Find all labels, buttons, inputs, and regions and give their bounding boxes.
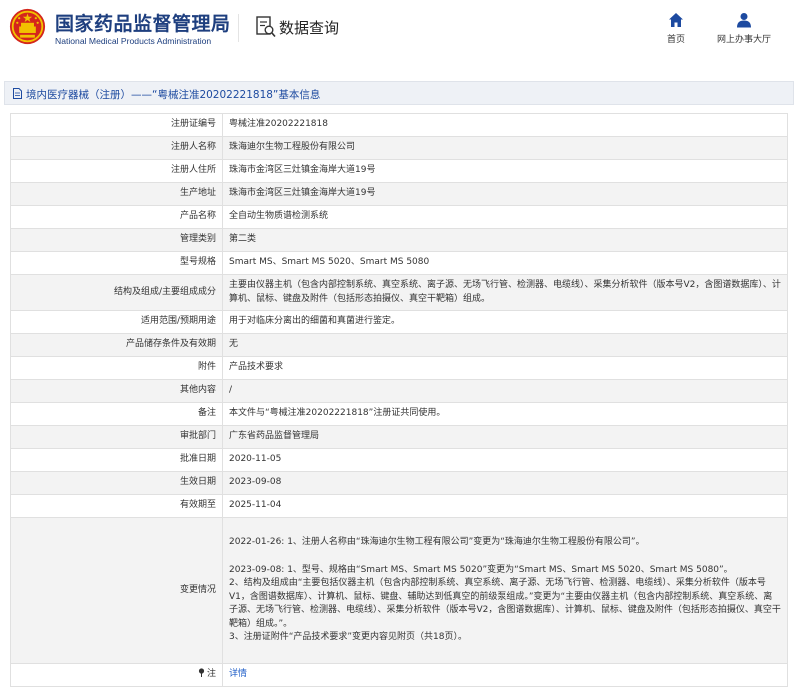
- table-row: 适用范围/预期用途 用于对临床分离出的细菌和真菌进行鉴定。: [10, 310, 788, 334]
- table-row: 备注 本文件与“粤械注准20202221818”注册证共同使用。: [10, 402, 788, 426]
- field-value: 第二类: [222, 228, 788, 252]
- table-row: 注册人名称 珠海迪尔生物工程股份有限公司: [10, 136, 788, 160]
- table-row: 附件 产品技术要求: [10, 356, 788, 380]
- field-label: 产品名称: [10, 205, 223, 229]
- table-row: 管理类别 第二类: [10, 228, 788, 252]
- field-value: 珠海市金湾区三灶镇金海岸大道19号: [222, 159, 788, 183]
- table-row: 型号规格 Smart MS、Smart MS 5020、Smart MS 508…: [10, 251, 788, 275]
- section-title: 数据查询: [279, 19, 340, 37]
- field-label: 型号规格: [10, 251, 223, 275]
- field-label: 有效期至: [10, 494, 223, 518]
- field-label: 结构及组成/主要组成成分: [10, 274, 223, 311]
- table-row: 其他内容 /: [10, 379, 788, 403]
- field-label: 备注: [10, 402, 223, 426]
- field-label: 变更情况: [10, 517, 223, 664]
- field-value: 珠海迪尔生物工程股份有限公司: [222, 136, 788, 160]
- field-value: 2023-09-08: [222, 471, 788, 495]
- field-value: 2020-11-05: [222, 448, 788, 472]
- field-value: /: [222, 379, 788, 403]
- field-label: 生效日期: [10, 471, 223, 495]
- field-value: 珠海市金湾区三灶镇金海岸大道19号: [222, 182, 788, 206]
- field-label: 注: [206, 669, 216, 680]
- nav-home-label: 首页: [667, 35, 686, 45]
- change-entry: 2022-01-26: 1、注册人名称由“珠海迪尔生物工程有限公司”变更为“珠海…: [229, 537, 645, 548]
- nav-service-hall-label: 网上办事大厅: [717, 35, 772, 45]
- table-row: 审批部门 广东省药品监督管理局: [10, 425, 788, 449]
- change-entry: 2023-09-08: 1、型号、规格由“Smart MS、Smart MS 5…: [229, 564, 733, 575]
- record-title: 境内医疗器械（注册）——“粤械注准20202221818”基本信息: [26, 89, 321, 101]
- table-row: 生效日期 2023-09-08: [10, 471, 788, 495]
- field-label: 生产地址: [10, 182, 223, 206]
- table-row: 产品名称 全自动生物质谱检测系统: [10, 205, 788, 229]
- field-label: 适用范围/预期用途: [10, 310, 223, 334]
- field-value: Smart MS、Smart MS 5020、Smart MS 5080: [222, 251, 788, 275]
- details-link[interactable]: 详情: [229, 669, 247, 679]
- field-value: 详情: [222, 663, 788, 687]
- pin-icon: [198, 668, 205, 678]
- field-value: 2025-11-04: [222, 494, 788, 518]
- brand-name-en: National Medical Products Administration: [55, 36, 212, 46]
- table-row: 产品储存条件及有效期 无: [10, 333, 788, 357]
- field-label: 审批部门: [10, 425, 223, 449]
- field-label: 产品储存条件及有效期: [10, 333, 223, 357]
- user-icon: [737, 13, 751, 28]
- record-title-bar: 境内医疗器械（注册）——“粤械注准20202221818”基本信息: [4, 81, 794, 105]
- nav-service-hall-button[interactable]: 网上办事大厅: [717, 12, 771, 45]
- nav-home-button[interactable]: 首页: [667, 12, 685, 45]
- field-value: 无: [222, 333, 788, 357]
- data-query-icon: [256, 16, 276, 38]
- field-value: 全自动生物质谱检测系统: [222, 205, 788, 229]
- change-history: 2022-01-26: 1、注册人名称由“珠海迪尔生物工程有限公司”变更为“珠海…: [222, 517, 788, 664]
- note-label-cell: 注: [10, 663, 223, 687]
- home-icon: [669, 13, 683, 27]
- table-row: 注册证编号 粤械注准20202221818: [10, 113, 788, 137]
- table-row: 生产地址 珠海市金湾区三灶镇金海岸大道19号: [10, 182, 788, 206]
- field-label: 批准日期: [10, 448, 223, 472]
- field-value: 用于对临床分离出的细菌和真菌进行鉴定。: [222, 310, 788, 334]
- table-row: 有效期至 2025-11-04: [10, 494, 788, 518]
- table-row-changes: 变更情况 2022-01-26: 1、注册人名称由“珠海迪尔生物工程有限公司”变…: [10, 517, 788, 664]
- field-label: 注册证编号: [10, 113, 223, 137]
- header-divider: [238, 14, 239, 42]
- field-label: 附件: [10, 356, 223, 380]
- document-icon: [13, 88, 22, 99]
- field-value: 产品技术要求: [222, 356, 788, 380]
- brand-name-cn: 国家药品监督管理局: [55, 13, 231, 35]
- national-emblem-icon: [9, 8, 46, 45]
- table-row: 批准日期 2020-11-05: [10, 448, 788, 472]
- change-entry: 3、注册证附件“产品技术要求”变更内容见附页（共18页）。: [229, 632, 468, 643]
- table-row: 注册人住所 珠海市金湾区三灶镇金海岸大道19号: [10, 159, 788, 183]
- field-label: 管理类别: [10, 228, 223, 252]
- field-label: 注册人住所: [10, 159, 223, 183]
- field-label: 其他内容: [10, 379, 223, 403]
- field-label: 注册人名称: [10, 136, 223, 160]
- site-header: 国家药品监督管理局 National Medical Products Admi…: [0, 0, 797, 60]
- change-entry: 2、结构及组成由“主要包括仪器主机（包含内部控制系统、真空系统、离子源、无场飞行…: [229, 578, 781, 629]
- registration-info-table: 注册证编号 粤械注准20202221818 注册人名称 珠海迪尔生物工程股份有限…: [10, 113, 788, 687]
- field-value: 主要由仪器主机（包含内部控制系统、真空系统、离子源、无场飞行管、检测器、电缆线）…: [222, 274, 788, 311]
- table-row-note: 注 详情: [10, 663, 788, 687]
- field-value: 广东省药品监督管理局: [222, 425, 788, 449]
- field-value: 粤械注准20202221818: [222, 113, 788, 137]
- table-row: 结构及组成/主要组成成分 主要由仪器主机（包含内部控制系统、真空系统、离子源、无…: [10, 274, 788, 311]
- field-value: 本文件与“粤械注准20202221818”注册证共同使用。: [222, 402, 788, 426]
